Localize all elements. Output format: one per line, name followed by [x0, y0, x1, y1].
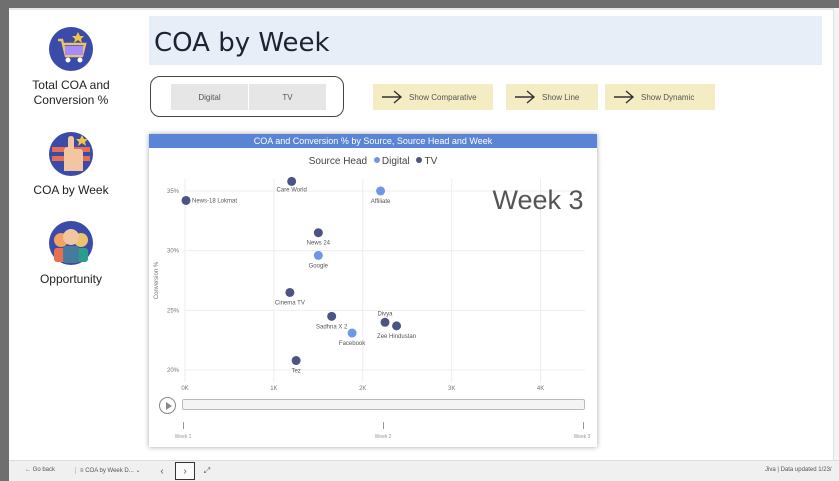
x-tick-label: 0K: [181, 386, 188, 392]
expand-button[interactable]: ⤢: [200, 462, 214, 480]
data-label: News 24: [307, 241, 331, 247]
y-tick-label: 20%: [167, 368, 180, 374]
data-label: Facebook: [339, 341, 366, 347]
data-point-news-18-lokmat[interactable]: [181, 195, 191, 205]
slicer-option-tv[interactable]: TV: [249, 84, 326, 110]
source-head-slicer: Digital TV: [150, 76, 344, 117]
data-label: Cinema TV: [275, 300, 305, 306]
chevron-right-icon: ›: [183, 465, 187, 477]
chevron-left-icon: ‹: [160, 465, 164, 477]
report-page: Total COA and Conversion % COA by Week O…: [9, 8, 839, 460]
nav-coa-by-week[interactable]: COA by Week: [21, 131, 121, 198]
scatter-plot[interactable]: Week 3 20%25%30%35%0K1K2K3K4KCOAConversi…: [149, 134, 597, 396]
report-canvas: Total COA and Conversion % COA by Week O…: [9, 8, 839, 481]
arrow-right-icon: [515, 90, 536, 104]
scatter-chart-card: COA and Conversion % by Source, Source H…: [149, 134, 597, 447]
page-title: COA by Week: [154, 28, 330, 58]
x-tick-label: 3K: [448, 386, 455, 392]
data-point-news-24[interactable]: [313, 228, 323, 238]
y-axis-label: Conversion %: [154, 261, 160, 299]
hand-icon: [49, 132, 93, 176]
data-label: Care World: [277, 187, 307, 193]
data-point-divya[interactable]: [380, 317, 390, 327]
nav-label: Total COA and Conversion %: [32, 78, 110, 107]
page-title-bar: COA by Week: [149, 16, 822, 65]
play-axis-tick: [583, 422, 584, 429]
status-bar: ← Go back ≡ COA by Week D... ⌄ ‹ › ⤢ Jiv…: [9, 460, 839, 481]
nav-label: Opportunity: [39, 272, 103, 286]
cart-icon: [49, 27, 93, 71]
data-point-affiliate[interactable]: [376, 186, 386, 196]
play-button[interactable]: [159, 397, 176, 414]
week-label: Week 3: [492, 185, 583, 215]
x-tick-label: 2K: [359, 386, 366, 392]
go-back-label: Go back: [32, 467, 56, 473]
y-tick-label: 25%: [167, 308, 180, 314]
play-axis-tick: [183, 422, 184, 429]
data-label: Divya: [377, 311, 393, 317]
button-label: Show Line: [542, 92, 580, 102]
play-axis-label: Week 3: [573, 434, 591, 440]
play-axis-label: Week 2: [374, 434, 392, 440]
data-point-sadhna-x-2[interactable]: [327, 311, 337, 321]
data-label: Affiliate: [371, 199, 391, 205]
arrow-right-icon: [614, 90, 635, 104]
nav-label: COA by Week: [33, 183, 109, 197]
right-scroll-edge[interactable]: [833, 8, 839, 460]
data-label: Google: [309, 263, 329, 269]
next-page-button[interactable]: ›: [175, 462, 195, 480]
arrow-right-icon: [382, 90, 403, 104]
button-label: Show Comparative: [409, 92, 477, 102]
play-axis-tick: [383, 422, 384, 429]
data-point-facebook[interactable]: [347, 328, 357, 338]
data-label: Tez: [291, 369, 300, 375]
back-arrow-icon: ←: [25, 467, 31, 473]
show-comparative-button[interactable]: Show Comparative: [373, 84, 493, 110]
page-selector[interactable]: ≡ COA by Week D... ⌄: [75, 467, 140, 474]
slicer-option-digital[interactable]: Digital: [171, 84, 248, 110]
data-point-zee-hindustan[interactable]: [392, 321, 402, 331]
data-point-care-world[interactable]: [287, 176, 297, 186]
data-updated-text: Jiva | Data updated 1/23/: [765, 467, 832, 473]
x-tick-label: 4K: [537, 386, 544, 392]
play-axis-label: Week 1: [174, 434, 192, 440]
show-line-button[interactable]: Show Line: [506, 84, 598, 110]
nav-total-coa[interactable]: Total COA and Conversion %: [21, 26, 121, 108]
data-point-cinema-tv[interactable]: [285, 287, 295, 297]
x-tick-label: 1K: [270, 386, 277, 392]
nav-opportunity[interactable]: Opportunity: [21, 220, 121, 287]
y-tick-label: 30%: [167, 249, 180, 255]
data-label: News-18 Lokmat: [192, 198, 237, 204]
show-dynamic-button[interactable]: Show Dynamic: [605, 84, 715, 110]
chevron-down-icon: ⌄: [135, 468, 141, 474]
expand-icon: ⤢: [203, 466, 211, 475]
data-label: Sadhna X 2: [316, 324, 348, 330]
prev-page-button[interactable]: ‹: [152, 462, 172, 480]
button-label: Show Dynamic: [641, 92, 695, 102]
go-back-button[interactable]: ← Go back: [25, 467, 55, 473]
data-point-google[interactable]: [313, 250, 323, 260]
data-point-tez[interactable]: [291, 356, 301, 366]
page-name: COA by Week D...: [85, 468, 134, 474]
y-tick-label: 35%: [167, 189, 180, 195]
people-icon: [49, 221, 93, 265]
page-icon: ≡: [80, 468, 84, 474]
data-label: Zee Hindustan: [377, 334, 416, 340]
play-axis-slider[interactable]: [182, 399, 585, 410]
